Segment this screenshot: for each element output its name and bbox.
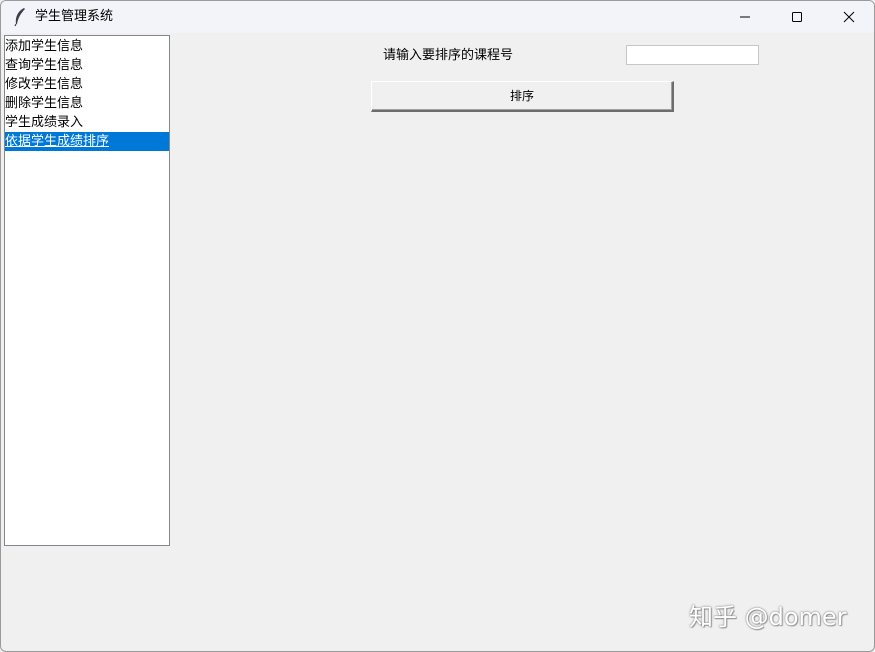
maximize-button[interactable] xyxy=(771,1,823,33)
list-item-label: 查询学生信息 xyxy=(5,58,84,73)
list-item-label: 修改学生信息 xyxy=(5,77,84,92)
list-item-query-student[interactable]: 查询学生信息 xyxy=(5,56,169,75)
minimize-button[interactable] xyxy=(719,1,771,33)
watermark-text: 知乎 @domer xyxy=(689,603,847,631)
list-item-enter-grades[interactable]: 学生成绩录入 xyxy=(5,113,169,132)
close-button[interactable] xyxy=(823,1,874,33)
list-item-delete-student[interactable]: 删除学生信息 xyxy=(5,94,169,113)
minimize-icon xyxy=(739,11,751,23)
app-window: 学生管理系统 添加学生信息 查询学生信息 修改学生信息 删除学生信息 学生成绩录… xyxy=(0,0,875,652)
list-item-label: 删除学生信息 xyxy=(5,96,84,111)
sort-button[interactable]: 排序 xyxy=(371,81,674,112)
function-listbox[interactable]: 添加学生信息 查询学生信息 修改学生信息 删除学生信息 学生成绩录入 依据学生成… xyxy=(4,35,170,546)
list-item-modify-student[interactable]: 修改学生信息 xyxy=(5,75,169,94)
list-item-label: 添加学生信息 xyxy=(5,39,84,54)
list-item-add-student[interactable]: 添加学生信息 xyxy=(5,37,169,56)
course-number-input[interactable] xyxy=(626,45,759,65)
window-title: 学生管理系统 xyxy=(35,9,114,24)
maximize-icon xyxy=(791,11,803,23)
close-icon xyxy=(843,11,855,23)
list-item-sort-by-grades[interactable]: 依据学生成绩排序 xyxy=(5,132,169,151)
list-item-label: 学生成绩录入 xyxy=(5,115,84,130)
feather-icon xyxy=(12,7,28,27)
course-number-label: 请输入要排序的课程号 xyxy=(383,48,514,63)
title-bar[interactable]: 学生管理系统 xyxy=(1,1,874,33)
list-item-label: 依据学生成绩排序 xyxy=(5,134,110,149)
